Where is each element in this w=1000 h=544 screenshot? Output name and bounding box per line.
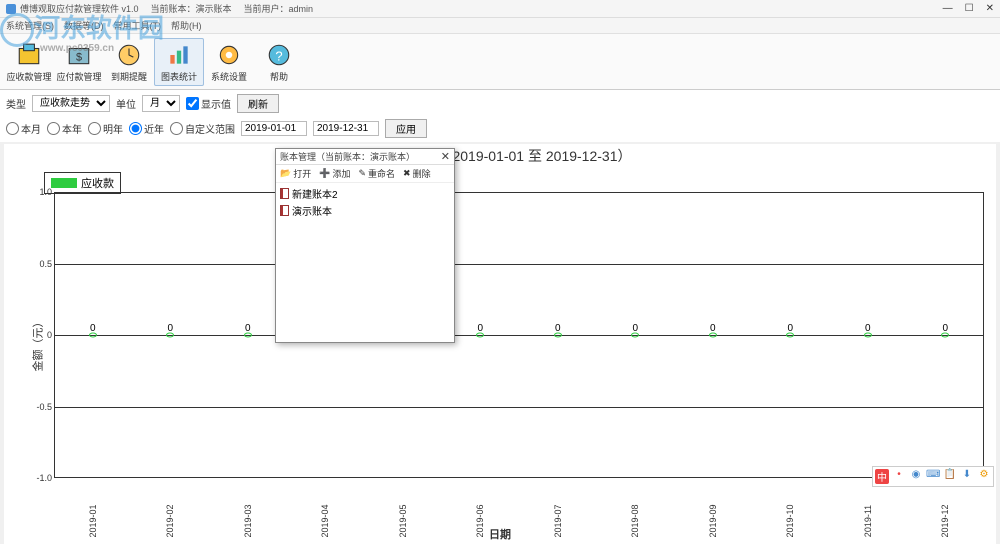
app-title: 傅博观取应付款管理软件 v1.0 bbox=[20, 2, 139, 15]
current-book: 当前账本：演示账本 bbox=[151, 2, 232, 15]
minimize-button[interactable]: — bbox=[943, 3, 953, 14]
toolbar-settings[interactable]: 系统设置 bbox=[204, 39, 254, 85]
book-item[interactable]: 新建账本2 bbox=[278, 185, 452, 202]
menu-bar: 系统管理(S) 数据等(D) 常用工具(T) 帮助(H) bbox=[0, 18, 1000, 34]
menu-tools[interactable]: 常用工具(T) bbox=[114, 19, 162, 32]
menu-system[interactable]: 系统管理(S) bbox=[6, 19, 54, 32]
toolbar-help[interactable]: ? 帮助 bbox=[254, 39, 304, 85]
radio-next-year[interactable]: 明年 bbox=[88, 121, 123, 136]
radio-custom-range[interactable]: 自定义范围 bbox=[170, 121, 235, 136]
chart-area: 应收款走势（2019-01-01 至 2019-12-31） 应收款 金额（元）… bbox=[4, 144, 996, 544]
radio-this-month[interactable]: 本月 bbox=[6, 121, 41, 136]
apply-button[interactable]: 应用 bbox=[385, 119, 427, 138]
show-value-checkbox[interactable]: 显示值 bbox=[186, 96, 231, 111]
toolbar-receivable[interactable]: 应收款管理 bbox=[4, 39, 54, 85]
book-item[interactable]: 演示账本 bbox=[278, 202, 452, 219]
dialog-open-button[interactable]: 📂打开 bbox=[280, 167, 311, 180]
book-icon bbox=[280, 188, 289, 199]
close-button[interactable]: ✕ bbox=[986, 3, 994, 14]
type-label: 类型 bbox=[6, 96, 26, 111]
refresh-button[interactable]: 刷新 bbox=[237, 94, 279, 113]
book-manager-dialog: 账本管理（当前账本：演示账本） ✕ 📂打开 ➕添加 ✎重命名 ✖删除 新建账本2… bbox=[275, 148, 455, 343]
dialog-add-button[interactable]: ➕添加 bbox=[319, 167, 350, 180]
svg-text:?: ? bbox=[275, 48, 282, 63]
legend-swatch-icon bbox=[51, 178, 77, 188]
current-user: 当前用户：admin bbox=[244, 2, 314, 15]
book-icon bbox=[280, 205, 289, 216]
dialog-rename-button[interactable]: ✎重命名 bbox=[358, 167, 395, 180]
date-from-input[interactable] bbox=[241, 121, 307, 136]
chart-legend: 应收款 bbox=[44, 172, 121, 194]
filter-bar: 类型 应收款走势 单位 月 显示值 刷新 本月 本年 明年 近年 自定义范围 应… bbox=[0, 90, 1000, 142]
dialog-title: 账本管理（当前账本：演示账本） bbox=[280, 150, 415, 163]
ime-toolbar[interactable]: 中 • ◉ ⌨ 📋 ⬇ ⚙ bbox=[872, 466, 994, 487]
toolbar-reminder[interactable]: 到期提醒 bbox=[104, 39, 154, 85]
toolbar-payable[interactable]: $ 应付款管理 bbox=[54, 39, 104, 85]
svg-text:$: $ bbox=[76, 51, 82, 63]
radio-this-year[interactable]: 本年 bbox=[47, 121, 82, 136]
radio-recent-year[interactable]: 近年 bbox=[129, 121, 164, 136]
app-icon bbox=[6, 4, 16, 14]
title-bar: 傅博观取应付款管理软件 v1.0 当前账本：演示账本 当前用户：admin — … bbox=[0, 0, 1000, 18]
maximize-button[interactable]: ☐ bbox=[965, 3, 974, 14]
menu-help[interactable]: 帮助(H) bbox=[171, 19, 202, 32]
unit-label: 单位 bbox=[116, 96, 136, 111]
toolbar-charts[interactable]: 图表统计 bbox=[154, 38, 204, 86]
dialog-delete-button[interactable]: ✖删除 bbox=[403, 167, 431, 180]
unit-select[interactable]: 月 bbox=[142, 95, 180, 112]
x-axis-label: 日期 bbox=[489, 526, 511, 542]
menu-data[interactable]: 数据等(D) bbox=[64, 19, 104, 32]
y-axis-label: 金额（元） bbox=[30, 317, 46, 372]
type-select[interactable]: 应收款走势 bbox=[32, 95, 110, 112]
dialog-close-button[interactable]: ✕ bbox=[441, 150, 450, 163]
chart-title: 应收款走势（2019-01-01 至 2019-12-31） bbox=[4, 144, 996, 166]
date-to-input[interactable] bbox=[313, 121, 379, 136]
toolbar: 应收款管理 $ 应付款管理 到期提醒 图表统计 系统设置 ? 帮助 bbox=[0, 34, 1000, 90]
